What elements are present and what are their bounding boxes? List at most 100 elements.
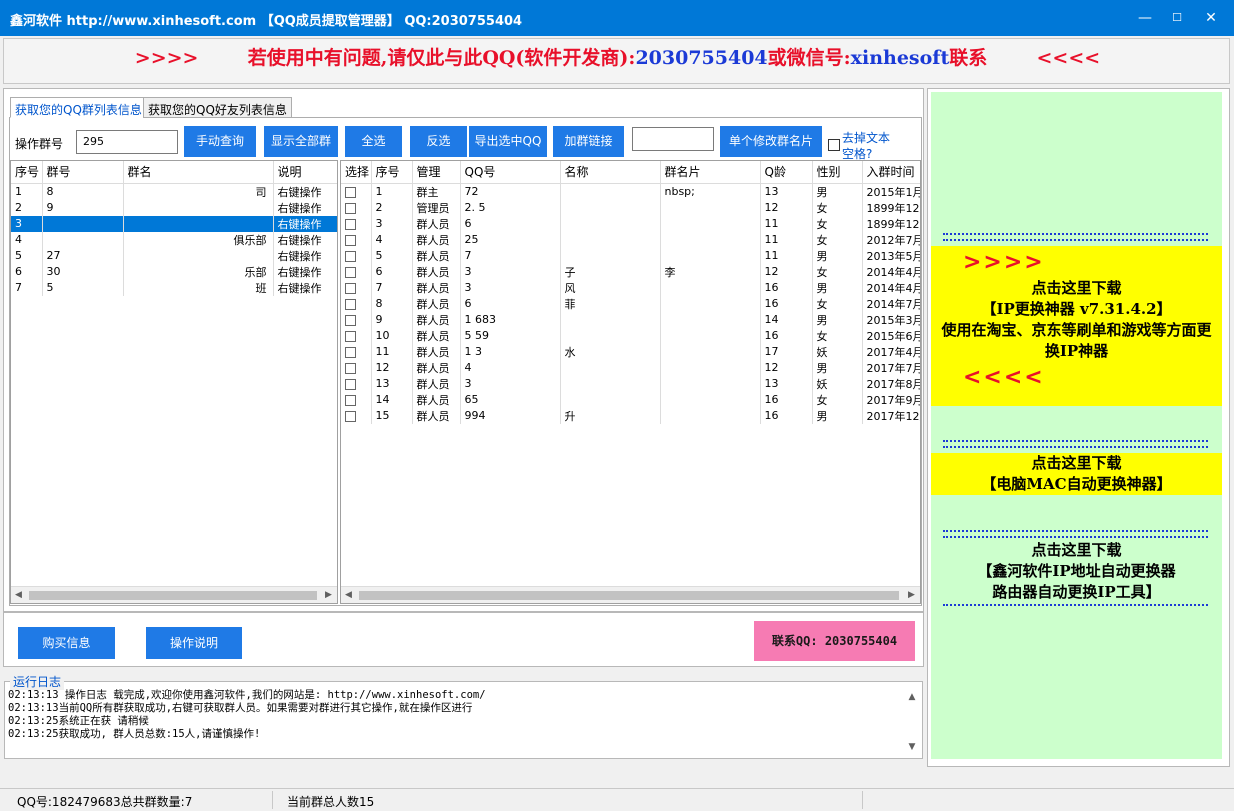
table-row[interactable]: 15群人员994升 16男2017年12月 [341, 407, 920, 424]
buy-info-button[interactable]: 购买信息 [18, 627, 115, 659]
cell-select[interactable] [341, 327, 372, 344]
col-nickname[interactable]: 名称 [560, 161, 661, 184]
table-row[interactable]: 6 30 乐部 右键操作 [11, 263, 337, 280]
cell-select[interactable] [341, 407, 372, 424]
group-number-input[interactable]: 295 [76, 130, 178, 154]
group-join-link-button[interactable]: 加群链接 [553, 126, 624, 157]
table-row[interactable]: 13 群人员 3 13 妖 2017年8月 [341, 375, 920, 392]
row-checkbox[interactable] [345, 186, 356, 198]
table-row[interactable]: 2管理员2. 5 12女1899年12月 [341, 199, 920, 216]
scroll-thumb[interactable] [359, 591, 899, 600]
row-checkbox[interactable] [345, 346, 356, 358]
scroll-right-icon[interactable]: ▶ [904, 588, 919, 603]
log-text[interactable]: 02:13:13 操作日志 载完成,欢迎你使用鑫河软件,我们的网站是: http… [8, 689, 898, 741]
cell-select[interactable] [341, 199, 372, 216]
row-checkbox[interactable] [345, 298, 356, 310]
scroll-left-icon[interactable]: ◀ [341, 588, 356, 603]
select-all-button[interactable]: 全选 [345, 126, 402, 157]
col-group-name[interactable]: 群名 [123, 161, 274, 184]
member-table-hscroll[interactable]: ◀ ▶ [341, 586, 920, 603]
cell-select[interactable] [341, 247, 372, 264]
cell-select[interactable] [341, 183, 372, 200]
tab-group-list[interactable]: 获取您的QQ群列表信息 [10, 97, 147, 118]
row-checkbox[interactable] [345, 330, 356, 342]
col-select[interactable]: 选择 [341, 161, 372, 184]
row-checkbox[interactable] [345, 250, 356, 262]
cell-select[interactable] [341, 359, 372, 376]
table-row[interactable]: 3群人员6 11女1899年12月 [341, 215, 920, 232]
cell-select[interactable] [341, 375, 372, 392]
scroll-left-icon[interactable]: ◀ [11, 588, 26, 603]
close-button[interactable]: ✕ [1196, 6, 1226, 30]
table-row[interactable]: 2 9 右键操作 [11, 199, 337, 216]
cell-select[interactable] [341, 343, 372, 360]
scroll-down-icon[interactable]: ▼ [904, 742, 920, 752]
group-card-input[interactable] [632, 127, 714, 151]
table-row[interactable]: 11 群人员 1 3 水 17 妖 2017年4月 [341, 343, 920, 360]
maximize-button[interactable]: ☐ [1162, 6, 1192, 30]
col-role[interactable]: 管理 [412, 161, 461, 184]
table-row[interactable]: 1 8 司右键操作 [11, 183, 337, 200]
row-checkbox[interactable] [345, 282, 356, 294]
col-group-card[interactable]: 群名片 [660, 161, 761, 184]
usage-help-button[interactable]: 操作说明 [146, 627, 242, 659]
cell-select[interactable] [341, 263, 372, 280]
scroll-up-icon[interactable]: ▲ [904, 692, 920, 702]
cell-select[interactable] [341, 231, 372, 248]
ad-router-ip-changer[interactable]: 点击这里下载 【鑫河软件IP地址自动更换器 路由器自动更换IP工具】 [931, 540, 1222, 604]
group-table-hscroll[interactable]: ◀ ▶ [11, 586, 337, 603]
table-row[interactable]: 7 群人员 3 风 16 男 2014年4月 [341, 279, 920, 296]
edit-group-card-button[interactable]: 单个修改群名片 [720, 126, 822, 157]
manual-query-button[interactable]: 手动查询 [184, 126, 256, 157]
show-all-groups-button[interactable]: 显示全部群 [264, 126, 338, 157]
table-row[interactable]: 6 群人员 3 子李 12 女 2014年4月 [341, 263, 920, 280]
row-checkbox[interactable] [345, 362, 356, 374]
table-row[interactable]: 14 群人员 65 16 女 2017年9月 [341, 391, 920, 408]
table-row[interactable]: 10 群人员 5 59 16 女 2015年6月 [341, 327, 920, 344]
cell-select[interactable] [341, 295, 372, 312]
table-row[interactable]: 4 俱乐部 右键操作 [11, 231, 337, 248]
cell-select[interactable] [341, 311, 372, 328]
contact-qq-button[interactable]: 联系QQ: 2030755404 [754, 621, 915, 661]
table-row[interactable]: 8 群人员 6 菲 16 女 2014年7月 [341, 295, 920, 312]
row-checkbox[interactable] [345, 202, 356, 214]
row-checkbox[interactable] [345, 378, 356, 390]
cell-select[interactable] [341, 279, 372, 296]
trim-spaces-checkbox[interactable] [828, 139, 840, 151]
invert-selection-button[interactable]: 反选 [410, 126, 467, 157]
table-row[interactable]: 12 群人员 4 12 男 2017年7月 [341, 359, 920, 376]
table-row[interactable]: 5 27 右键操作 [11, 247, 337, 264]
log-vscroll[interactable]: ▲ ▼ [904, 690, 920, 756]
table-row[interactable]: 1 群主 72 nbsp; 13 男 2015年1月 [341, 183, 920, 200]
table-row[interactable]: 3 右键操作 [11, 215, 337, 232]
scroll-right-icon[interactable]: ▶ [321, 588, 336, 603]
row-checkbox[interactable] [345, 266, 356, 278]
table-row[interactable]: 4 群人员 25 11 女 2012年7月 [341, 231, 920, 248]
cell-role: 管理员 [412, 199, 461, 216]
cell-join-time: 2013年5月 [862, 247, 920, 264]
col-index[interactable]: 序号 [11, 161, 43, 184]
ad-mac-changer[interactable]: 点击这里下载 【电脑MAC自动更换神器】 [931, 453, 1222, 495]
col-group-number[interactable]: 群号 [42, 161, 124, 184]
table-row[interactable]: 5 群人员 7 11 男 2013年5月 [341, 247, 920, 264]
row-checkbox[interactable] [345, 394, 356, 406]
minimize-button[interactable]: — [1130, 6, 1160, 30]
row-checkbox[interactable] [345, 410, 356, 422]
table-row[interactable]: 9 群人员 1 683 14 男 2015年3月 [341, 311, 920, 328]
row-checkbox[interactable] [345, 234, 356, 246]
col-join-time[interactable]: 入群时间 [862, 161, 920, 184]
ad-ip-changer[interactable]: >>>> 点击这里下载 【IP更换神器 v7.31.4.2】 使用在淘宝、京东等… [931, 246, 1222, 406]
cell-select[interactable] [341, 391, 372, 408]
cell-select[interactable] [341, 215, 372, 232]
col-gender[interactable]: 性别 [812, 161, 863, 184]
col-qq-age[interactable]: Q龄 [760, 161, 813, 184]
tab-friend-list[interactable]: 获取您的QQ好友列表信息 [143, 97, 292, 118]
scroll-thumb[interactable] [29, 591, 317, 600]
col-qq-number[interactable]: QQ号 [460, 161, 561, 184]
col-description[interactable]: 说明 [273, 161, 337, 184]
row-checkbox[interactable] [345, 218, 356, 230]
col-index[interactable]: 序号 [371, 161, 413, 184]
export-selected-qq-button[interactable]: 导出选中QQ [469, 126, 547, 157]
row-checkbox[interactable] [345, 314, 356, 326]
table-row[interactable]: 7 5 班右键操作 [11, 279, 337, 296]
